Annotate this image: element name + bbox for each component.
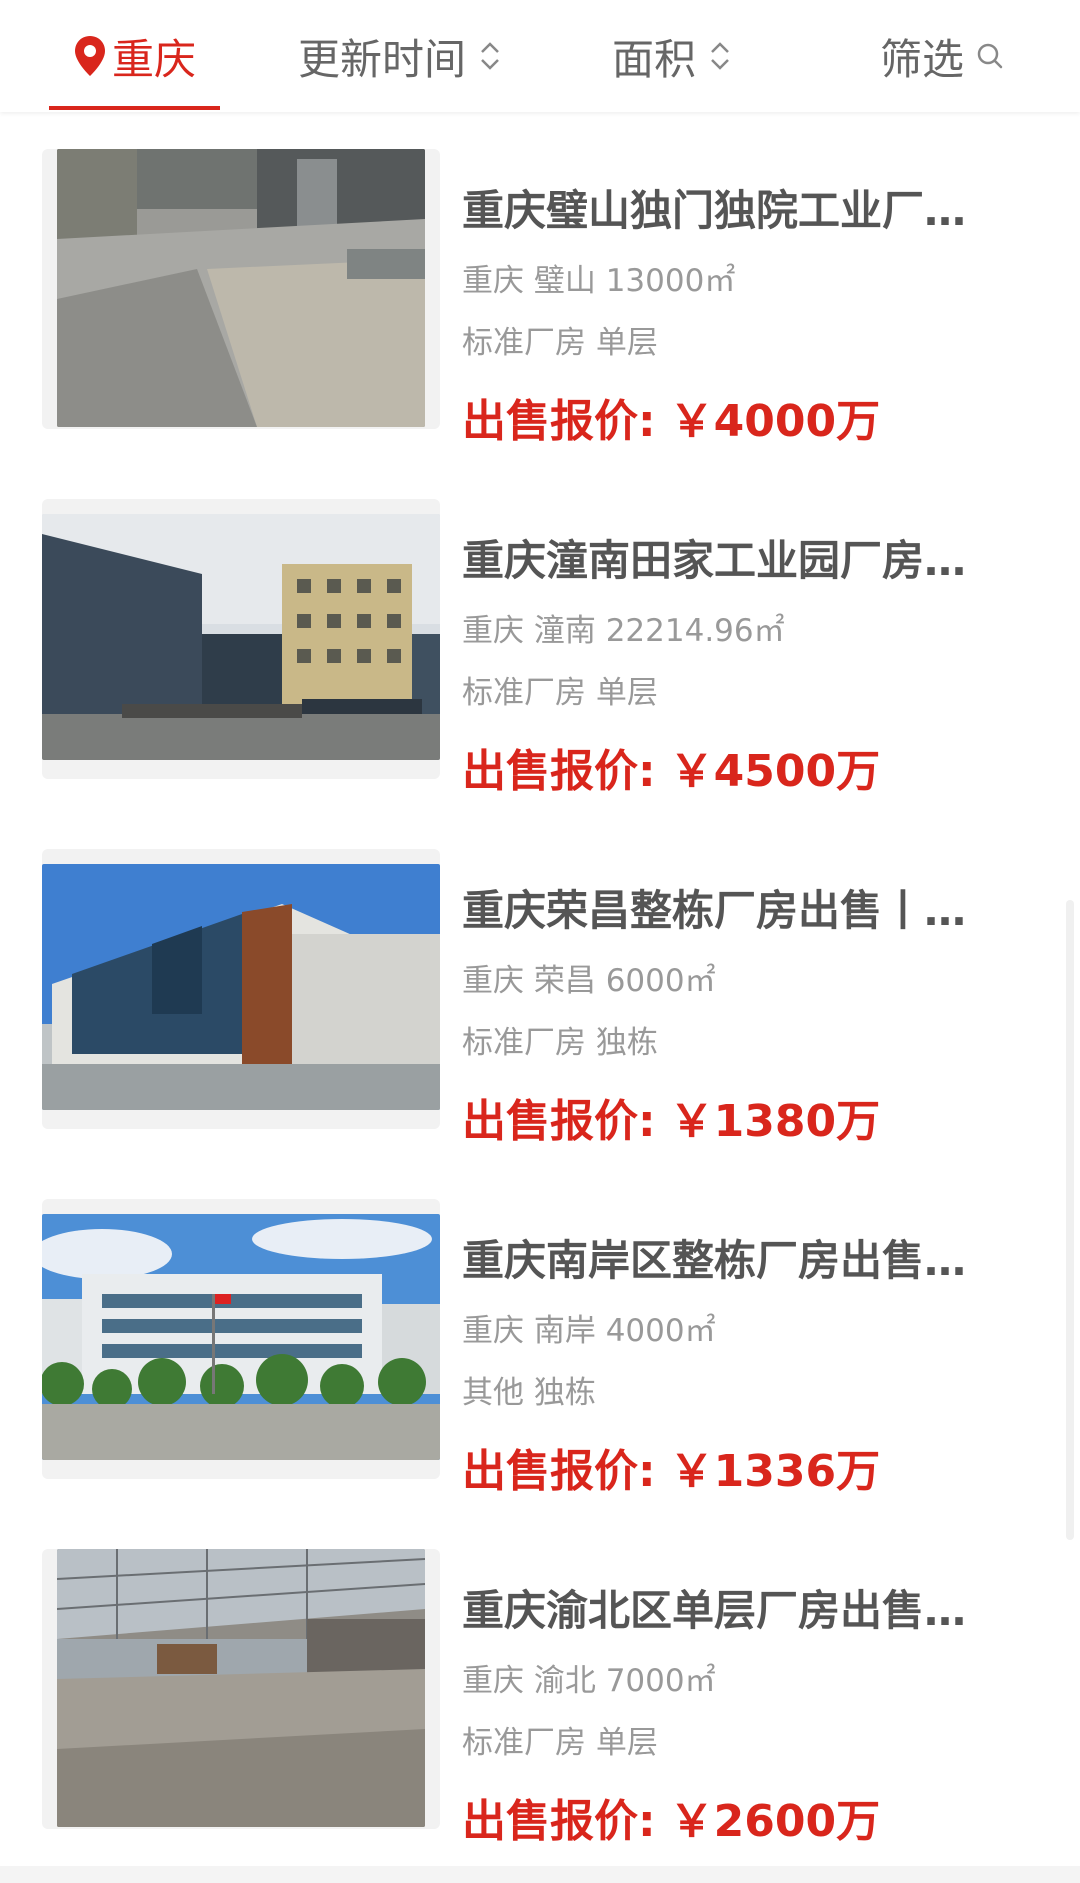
update-time-label: 更新时间 bbox=[298, 34, 467, 84]
factory-yard-road-photo bbox=[57, 149, 425, 427]
price-value: ￥4500万 bbox=[669, 746, 881, 797]
listing-tags: 标准厂房 独栋 bbox=[462, 1025, 658, 1061]
listing-location: 重庆 璧山 13000㎡ bbox=[462, 263, 736, 299]
listing-price: 出售报价: ￥1336万 bbox=[462, 1435, 880, 1499]
listing-tags: 标准厂房 单层 bbox=[462, 675, 658, 711]
listing-title: 重庆南岸区整栋厂房出售… bbox=[462, 1236, 967, 1285]
price-label: 出售报价: bbox=[462, 1796, 656, 1847]
listing-title: 重庆荣昌整栋厂房出售丨… bbox=[462, 886, 967, 935]
filter-button[interactable]: 筛选 bbox=[880, 0, 1004, 112]
price-label: 出售报价: bbox=[462, 1446, 656, 1497]
sort-updown-icon bbox=[481, 42, 499, 70]
filter-bar: 重庆 更新时间 面积 筛选 bbox=[0, 0, 1080, 112]
price-label: 出售报价: bbox=[462, 396, 656, 447]
listing-card[interactable]: 重庆潼南田家工业园厂房… 重庆 潼南 22214.96㎡ 标准厂房 单层 出售报… bbox=[0, 499, 1080, 797]
listing-thumbnail bbox=[42, 149, 440, 429]
listing-title: 重庆潼南田家工业园厂房… bbox=[462, 536, 967, 585]
sort-updown-icon bbox=[711, 42, 729, 70]
listing-card[interactable]: 重庆渝北区单层厂房出售… 重庆 渝北 7000㎡ 标准厂房 单层 出售报价: ￥2… bbox=[0, 1549, 1080, 1847]
price-value: ￥2600万 bbox=[669, 1796, 881, 1847]
area-label: 面积 bbox=[612, 34, 697, 84]
listing-price: 出售报价: ￥4500万 bbox=[462, 735, 880, 799]
listing-card[interactable]: 重庆璧山独门独院工业厂… 重庆 璧山 13000㎡ 标准厂房 单层 出售报价: ￥… bbox=[0, 149, 1080, 447]
city-selector[interactable]: 重庆 bbox=[72, 0, 196, 112]
office-building-with-trees-photo bbox=[42, 1214, 440, 1460]
listing-title: 重庆璧山独门独院工业厂… bbox=[462, 186, 967, 235]
listing-price: 出售报价: ￥1380万 bbox=[462, 1085, 880, 1149]
location-pin-icon bbox=[75, 36, 105, 76]
sort-update-time[interactable]: 更新时间 bbox=[298, 0, 502, 112]
listing-tags: 标准厂房 单层 bbox=[462, 1725, 658, 1761]
price-value: ￥1380万 bbox=[669, 1096, 881, 1147]
search-icon bbox=[977, 43, 1003, 69]
modern-factory-building-photo bbox=[42, 864, 440, 1110]
listing-thumbnail bbox=[42, 499, 440, 779]
listing-thumbnail bbox=[42, 849, 440, 1129]
listing-price: 出售报价: ￥4000万 bbox=[462, 385, 880, 449]
listing-location: 重庆 南岸 4000㎡ bbox=[462, 1313, 716, 1349]
active-tab-underline bbox=[49, 106, 220, 110]
listing-card[interactable]: 重庆荣昌整栋厂房出售丨… 重庆 荣昌 6000㎡ 标准厂房 独栋 出售报价: ￥1… bbox=[0, 849, 1080, 1147]
listing-thumbnail bbox=[42, 1549, 440, 1829]
listing-title: 重庆渝北区单层厂房出售… bbox=[462, 1586, 967, 1635]
scrollbar[interactable] bbox=[1066, 900, 1074, 1540]
price-value: ￥1336万 bbox=[669, 1446, 881, 1497]
listing-tags: 其他 独栋 bbox=[462, 1375, 596, 1411]
listing-card[interactable]: 重庆南岸区整栋厂房出售… 重庆 南岸 4000㎡ 其他 独栋 出售报价: ￥133… bbox=[0, 1199, 1080, 1497]
sort-area[interactable]: 面积 bbox=[612, 0, 732, 112]
industrial-park-buildings-photo bbox=[42, 514, 440, 760]
listing-location: 重庆 潼南 22214.96㎡ bbox=[462, 613, 785, 649]
listing-price: 出售报价: ￥2600万 bbox=[462, 1785, 880, 1849]
price-label: 出售报价: bbox=[462, 1096, 656, 1147]
city-label: 重庆 bbox=[112, 34, 197, 84]
listing-tags: 标准厂房 单层 bbox=[462, 325, 658, 361]
bottom-divider bbox=[0, 1866, 1080, 1883]
listing-location: 重庆 渝北 7000㎡ bbox=[462, 1663, 716, 1699]
price-value: ￥4000万 bbox=[669, 396, 881, 447]
listing-thumbnail bbox=[42, 1199, 440, 1479]
filter-label: 筛选 bbox=[880, 34, 965, 84]
price-label: 出售报价: bbox=[462, 746, 656, 797]
listing-location: 重庆 荣昌 6000㎡ bbox=[462, 963, 716, 999]
warehouse-interior-photo bbox=[57, 1549, 425, 1827]
